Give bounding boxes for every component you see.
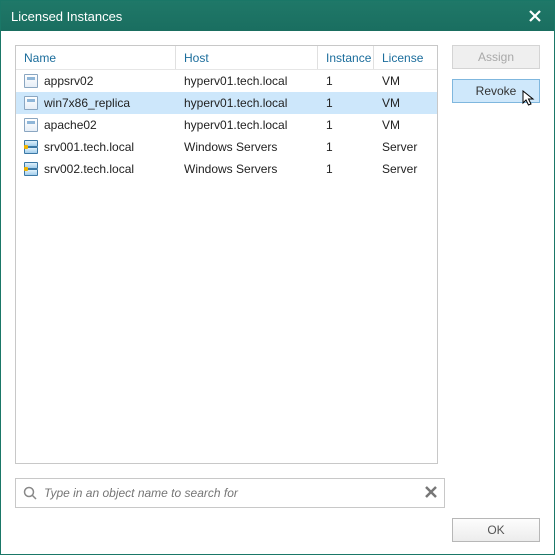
cell-instance: 1 <box>318 118 374 132</box>
cell-name: appsrv02 <box>44 74 93 88</box>
column-header-name[interactable]: Name <box>16 46 176 69</box>
side-panel: Assign Revoke <box>452 45 540 464</box>
cell-host: hyperv01.tech.local <box>176 74 318 88</box>
cell-name: win7x86_replica <box>44 96 130 110</box>
search-icon <box>22 485 38 501</box>
table-row[interactable]: srv002.tech.local Windows Servers1Server <box>16 158 437 180</box>
vm-icon <box>24 96 38 110</box>
cursor-icon <box>522 90 536 108</box>
cell-instance: 1 <box>318 96 374 110</box>
table-rows: appsrv02hyperv01.tech.local1VMwin7x86_re… <box>16 70 437 463</box>
dialog-footer: OK <box>15 508 540 542</box>
title-bar: Licensed Instances <box>1 1 554 31</box>
cell-instance: 1 <box>318 140 374 154</box>
cell-name: srv001.tech.local <box>44 140 134 154</box>
clear-search-button[interactable] <box>424 485 438 502</box>
search-input[interactable] <box>38 486 424 500</box>
revoke-button[interactable]: Revoke <box>452 79 540 103</box>
instances-table: Name Host Instance License appsrv02 hyper… <box>15 45 438 464</box>
cell-host: Windows Servers <box>176 162 318 176</box>
cell-license: VM <box>374 74 437 88</box>
server-icon <box>24 140 38 154</box>
cell-host: hyperv01.tech.local <box>176 118 318 132</box>
table-row[interactable]: appsrv02 hyperv01.tech.local1VM <box>16 70 437 92</box>
cell-license: Server <box>374 162 437 176</box>
search-box <box>15 478 445 508</box>
close-icon <box>529 10 541 22</box>
dialog-body: Name Host Instance License appsrv02 hyper… <box>1 31 554 554</box>
cell-instance: 1 <box>318 162 374 176</box>
table-row[interactable]: srv001.tech.local Windows Servers1Server <box>16 136 437 158</box>
close-button[interactable] <box>526 7 544 25</box>
cell-license: VM <box>374 96 437 110</box>
column-header-instance[interactable]: Instance <box>318 46 374 69</box>
cell-instance: 1 <box>318 74 374 88</box>
server-icon <box>24 162 38 176</box>
cell-license: VM <box>374 118 437 132</box>
column-header-host[interactable]: Host <box>176 46 318 69</box>
table-row[interactable]: win7x86_replica hyperv01.tech.local1VM <box>16 92 437 114</box>
assign-button[interactable]: Assign <box>452 45 540 69</box>
column-header-license[interactable]: License <box>374 46 437 69</box>
cell-host: Windows Servers <box>176 140 318 154</box>
cell-host: hyperv01.tech.local <box>176 96 318 110</box>
clear-icon <box>424 485 438 499</box>
revoke-button-label: Revoke <box>476 84 517 98</box>
licensed-instances-dialog: Licensed Instances Name Host Instance Li… <box>0 0 555 555</box>
cell-name: apache02 <box>44 118 97 132</box>
vm-icon <box>24 74 38 88</box>
cell-license: Server <box>374 140 437 154</box>
table-header: Name Host Instance License <box>16 46 437 70</box>
vm-icon <box>24 118 38 132</box>
cell-name: srv002.tech.local <box>44 162 134 176</box>
ok-button[interactable]: OK <box>452 518 540 542</box>
table-row[interactable]: apache02 hyperv01.tech.local1VM <box>16 114 437 136</box>
window-title: Licensed Instances <box>11 9 122 24</box>
main-area: Name Host Instance License appsrv02 hyper… <box>15 45 540 464</box>
